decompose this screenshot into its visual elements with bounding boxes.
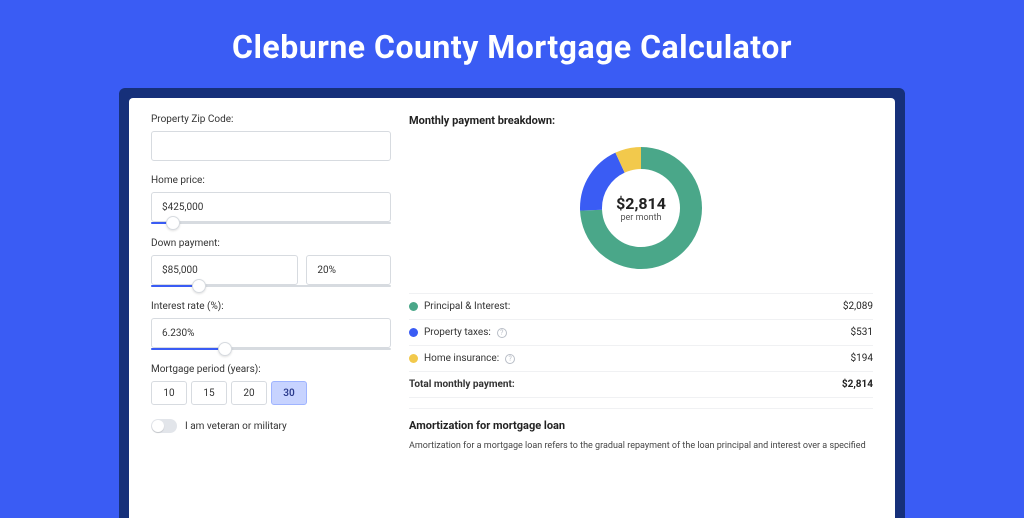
card-inner: Property Zip Code: Home price: Down paym… xyxy=(129,98,895,518)
breakdown-panel: Monthly payment breakdown: $2,814 per mo… xyxy=(409,114,873,518)
ins-value: $194 xyxy=(851,353,873,364)
dot-property-taxes xyxy=(409,328,418,337)
tax-label: Property taxes: xyxy=(424,327,491,338)
field-price: Home price: xyxy=(151,175,391,224)
price-input[interactable] xyxy=(151,192,391,222)
line-total: Total monthly payment: $2,814 xyxy=(409,371,873,398)
amortization-section: Amortization for mortgage loan Amortizat… xyxy=(409,408,873,453)
donut-chart: $2,814 per month xyxy=(409,137,873,283)
rate-slider-thumb[interactable] xyxy=(218,342,232,356)
line-home-insurance: Home insurance: ? $194 xyxy=(409,345,873,371)
amort-body: Amortization for a mortgage loan refers … xyxy=(409,440,873,453)
field-period: Mortgage period (years): 10 15 20 30 xyxy=(151,364,391,405)
down-label: Down payment: xyxy=(151,238,391,249)
breakdown-list: Principal & Interest: $2,089 Property ta… xyxy=(409,293,873,398)
form-panel: Property Zip Code: Home price: Down paym… xyxy=(151,114,391,518)
period-option-10[interactable]: 10 xyxy=(151,381,187,405)
tax-value: $531 xyxy=(851,327,873,338)
ins-label: Home insurance: xyxy=(424,353,499,364)
info-icon[interactable]: ? xyxy=(497,328,507,338)
rate-label: Interest rate (%): xyxy=(151,301,391,312)
line-principal-interest: Principal & Interest: $2,089 xyxy=(409,293,873,319)
field-rate: Interest rate (%): xyxy=(151,301,391,350)
zip-input[interactable] xyxy=(151,131,391,161)
price-label: Home price: xyxy=(151,175,391,186)
donut-value: $2,814 xyxy=(616,194,666,213)
down-pct-input[interactable] xyxy=(306,255,391,285)
line-property-taxes: Property taxes: ? $531 xyxy=(409,319,873,345)
field-down: Down payment: xyxy=(151,238,391,287)
total-value: $2,814 xyxy=(842,379,873,390)
down-amount-input[interactable] xyxy=(151,255,298,285)
zip-label: Property Zip Code: xyxy=(151,114,391,125)
field-veteran: I am veteran or military xyxy=(151,419,391,433)
field-zip: Property Zip Code: xyxy=(151,114,391,161)
donut-sub: per month xyxy=(620,213,661,223)
period-option-30[interactable]: 30 xyxy=(271,381,307,405)
period-option-15[interactable]: 15 xyxy=(191,381,227,405)
rate-input[interactable] xyxy=(151,318,391,348)
period-option-20[interactable]: 20 xyxy=(231,381,267,405)
dot-principal-interest xyxy=(409,302,418,311)
price-slider-thumb[interactable] xyxy=(166,216,180,230)
total-label: Total monthly payment: xyxy=(409,379,515,390)
rate-slider[interactable] xyxy=(151,348,391,350)
pi-value: $2,089 xyxy=(843,301,873,312)
price-slider[interactable] xyxy=(151,222,391,224)
pi-label: Principal & Interest: xyxy=(424,301,510,312)
breakdown-title: Monthly payment breakdown: xyxy=(409,114,873,127)
down-slider[interactable] xyxy=(151,285,391,287)
amort-title: Amortization for mortgage loan xyxy=(409,419,873,432)
dot-home-insurance xyxy=(409,354,418,363)
period-label: Mortgage period (years): xyxy=(151,364,391,375)
veteran-label: I am veteran or military xyxy=(185,421,287,432)
veteran-toggle[interactable] xyxy=(151,419,177,433)
card-outer: Property Zip Code: Home price: Down paym… xyxy=(119,88,905,518)
down-slider-thumb[interactable] xyxy=(192,279,206,293)
info-icon[interactable]: ? xyxy=(505,354,515,364)
page-title: Cleburne County Mortgage Calculator xyxy=(0,0,1024,88)
